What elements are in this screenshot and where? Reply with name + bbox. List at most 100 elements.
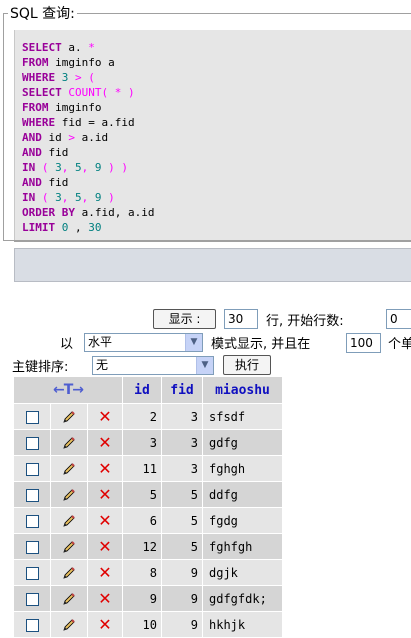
- repeat-headers-input[interactable]: 100: [346, 333, 381, 353]
- delete-cell: ✕: [88, 560, 122, 585]
- sql-query-legend: SQL 查询:: [8, 6, 77, 22]
- edit-cell: [51, 586, 87, 611]
- pencil-icon[interactable]: [61, 409, 77, 423]
- show-button[interactable]: 显示 :: [153, 309, 216, 329]
- sql-token: 5: [75, 191, 82, 204]
- sql-line: SELECT COUNT( * ): [22, 85, 154, 100]
- row-checkbox[interactable]: [25, 618, 39, 632]
- table-header-row: ←T→ id fid miaoshu: [14, 377, 282, 403]
- cell-fid: 9: [162, 560, 202, 585]
- sort-select-value: 无: [96, 358, 109, 372]
- row-checkbox[interactable]: [25, 566, 39, 580]
- cell-id: 6: [123, 508, 161, 533]
- delete-x-icon[interactable]: ✕: [98, 537, 111, 556]
- sql-token: fid: [41, 146, 69, 159]
- row-checkbox[interactable]: [25, 436, 39, 450]
- sql-token: WHERE: [22, 71, 56, 84]
- table-row: ✕ 8 9 dgjk: [14, 560, 282, 585]
- sql-line: IN ( 3, 5, 9 ) ): [22, 160, 154, 175]
- row-checkbox[interactable]: [25, 410, 39, 424]
- delete-x-icon[interactable]: ✕: [98, 563, 111, 582]
- pencil-icon[interactable]: [61, 461, 77, 475]
- sql-token: WHERE: [22, 116, 56, 129]
- sql-query-code: SELECT a. * FROM imginfo a WHERE 3 > (SELE…: [22, 40, 154, 235]
- results-table-body: ✕ 2 3 sfsdf ✕ 3 3 gdfg ✕ 11 3 fghgh ✕ 5 5 ddfg ✕ 6 5 fgdg ✕ 1…: [14, 404, 282, 637]
- cell-fid: 5: [162, 534, 202, 559]
- cell-fid: 9: [162, 612, 202, 637]
- sql-token: SELECT: [22, 86, 62, 99]
- pencil-icon[interactable]: [61, 513, 77, 527]
- delete-x-icon[interactable]: ✕: [98, 459, 111, 478]
- sql-token: (: [41, 161, 49, 174]
- edit-cell: [51, 482, 87, 507]
- checkbox-cell: [14, 430, 50, 455]
- edit-cell: [51, 456, 87, 481]
- column-header-miaoshu[interactable]: miaoshu: [203, 377, 282, 403]
- display-mode-value: 水平: [88, 335, 113, 349]
- sql-token: imginfo: [48, 101, 102, 114]
- pencil-icon[interactable]: [61, 487, 77, 501]
- start-row-input[interactable]: 0: [386, 309, 411, 329]
- sql-token: *: [88, 41, 95, 54]
- delete-x-icon[interactable]: ✕: [98, 589, 111, 608]
- sql-token: 5: [75, 161, 82, 174]
- sql-token: 9: [94, 191, 102, 204]
- cell-id: 10: [123, 612, 161, 637]
- delete-cell: ✕: [88, 430, 122, 455]
- sql-divider: [14, 241, 411, 242]
- delete-x-icon[interactable]: ✕: [98, 433, 111, 452]
- edit-cell: [51, 534, 87, 559]
- row-checkbox[interactable]: [25, 592, 39, 606]
- pencil-icon[interactable]: [61, 539, 77, 553]
- pencil-icon[interactable]: [61, 591, 77, 605]
- sql-line: WHERE fid = a.fid: [22, 115, 154, 130]
- row-checkbox[interactable]: [25, 514, 39, 528]
- pencil-icon[interactable]: [61, 565, 77, 579]
- delete-x-icon[interactable]: ✕: [98, 485, 111, 504]
- row-checkbox[interactable]: [25, 540, 39, 554]
- checkbox-cell: [14, 586, 50, 611]
- edit-cell: [51, 612, 87, 637]
- sql-token: FROM: [22, 101, 49, 114]
- cell-fid: 3: [162, 456, 202, 481]
- cell-id: 2: [123, 404, 161, 429]
- cell-miaoshu: gdfgfdk;: [203, 586, 282, 611]
- column-header-fid[interactable]: fid: [162, 377, 202, 403]
- table-row: ✕ 9 9 gdfgfdk;: [14, 586, 282, 611]
- table-row: ✕ 2 3 sfsdf: [14, 404, 282, 429]
- sql-token: LIMIT: [22, 221, 56, 234]
- sql-token: imginfo a: [48, 56, 115, 69]
- sql-line: FROM imginfo a: [22, 55, 154, 70]
- delete-x-icon[interactable]: ✕: [98, 511, 111, 530]
- chevron-down-icon[interactable]: ▼: [185, 334, 202, 351]
- row-checkbox[interactable]: [25, 462, 39, 476]
- execute-button[interactable]: 执行: [223, 355, 271, 375]
- primary-key-sort-select[interactable]: 无 ▼: [92, 356, 214, 375]
- display-mode-select[interactable]: 水平 ▼: [84, 333, 203, 352]
- pencil-icon[interactable]: [61, 435, 77, 449]
- column-arrows-icon[interactable]: ←T→: [53, 382, 84, 398]
- sql-token: a.: [61, 41, 89, 54]
- rows-input[interactable]: 30: [224, 309, 258, 329]
- sql-line: LIMIT 0 , 30: [22, 220, 154, 235]
- sql-line: AND id > a.id: [22, 130, 154, 145]
- delete-x-icon[interactable]: ✕: [98, 615, 111, 634]
- sql-token: (: [41, 191, 49, 204]
- chevron-down-icon[interactable]: ▼: [196, 357, 213, 374]
- checkbox-cell: [14, 404, 50, 429]
- row-checkbox[interactable]: [25, 488, 39, 502]
- column-header-id[interactable]: id: [123, 377, 161, 403]
- pencil-icon[interactable]: [61, 617, 77, 631]
- delete-cell: ✕: [88, 482, 122, 507]
- sql-token: 30: [88, 221, 102, 234]
- delete-x-icon[interactable]: ✕: [98, 407, 111, 426]
- table-row: ✕ 11 3 fghgh: [14, 456, 282, 481]
- column-order-header: ←T→: [14, 377, 122, 403]
- cell-miaoshu: sfsdf: [203, 404, 282, 429]
- results-table: ←T→ id fid miaoshu ✕ 2 3 sfsdf ✕ 3 3 gdfg ✕ 11 3 fg…: [13, 376, 283, 638]
- sql-token: IN: [22, 161, 36, 174]
- sort-label: 主键排序:: [12, 360, 69, 375]
